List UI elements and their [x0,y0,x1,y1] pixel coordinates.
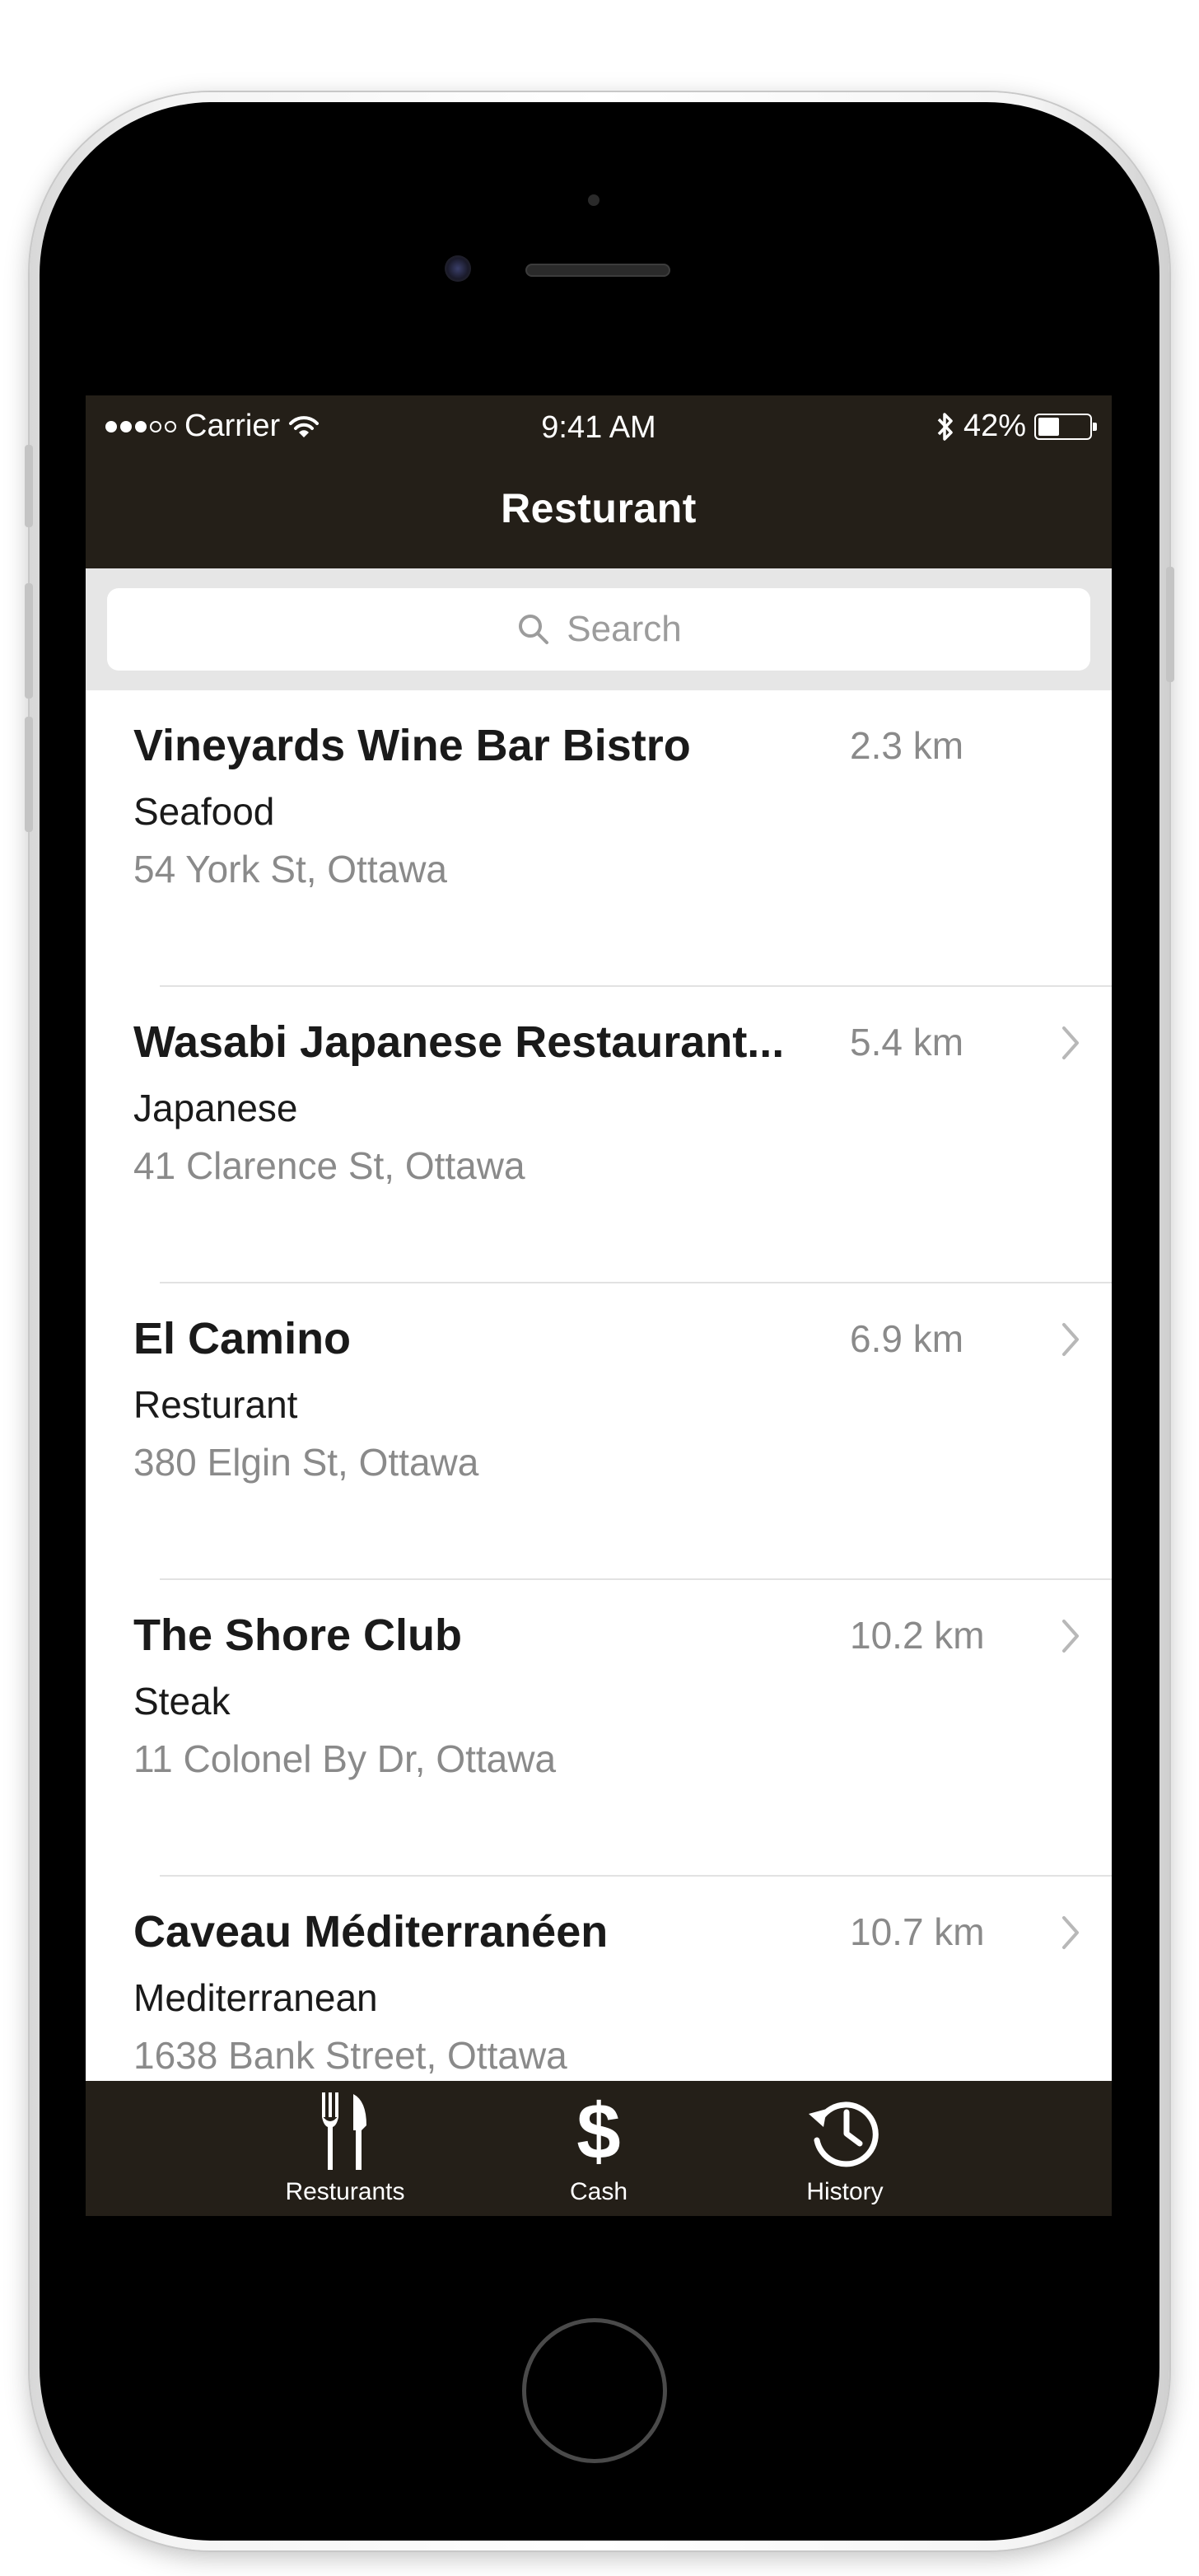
volume-up-button [25,583,33,699]
tab-cash[interactable]: $ Cash [492,2081,706,2216]
power-button [1166,567,1174,682]
restaurant-distance: 5.4 km [850,1021,964,1064]
battery-icon [1034,413,1097,440]
restaurant-category: Japanese [133,1087,298,1129]
app-screen: Carrier 9:41 AM 42% Resturant Search Vin… [86,395,1112,2216]
bluetooth-icon [937,412,953,441]
search-icon [519,615,549,644]
restaurant-list: Vineyards Wine Bar Bistro Seafood 54 York … [86,690,1112,2173]
chevron-right-icon [1062,1916,1079,1949]
restaurant-distance: 10.2 km [850,1614,985,1657]
restaurant-name: Vineyards Wine Bar Bistro [133,721,691,770]
mute-switch [25,445,33,527]
home-button[interactable] [522,2318,667,2463]
proximity-sensor [588,194,600,206]
battery-percent: 42% [963,409,1026,443]
restaurant-category: Mediterranean [133,1976,378,2019]
restaurant-name: El Camino [133,1314,352,1363]
page: Carrier 9:41 AM 42% Resturant Search Vin… [0,0,1199,2576]
restaurant-category: Steak [133,1680,231,1723]
tab-history-label: History [806,2178,884,2205]
chevron-right-icon [1062,1620,1079,1653]
restaurant-distance: 10.7 km [850,1910,985,1953]
status-bar: Carrier 9:41 AM 42% [86,395,1112,458]
restaurant-distance: 2.3 km [850,724,964,767]
restaurant-category: Seafood [133,790,275,833]
restaurant-name: The Shore Club [133,1611,463,1660]
search-input[interactable]: Search [107,588,1090,671]
battery-fill [1038,417,1059,436]
restaurant-address: 380 Elgin St, Ottawa [133,1441,479,1484]
tab-cash-label: Cash [569,2178,628,2205]
tab-bar: Resturants $ Cash History [86,2081,1112,2216]
table-row[interactable]: Vineyards Wine Bar Bistro Seafood 54 York … [86,690,1112,987]
restaurant-address: 11 Colonel By Dr, Ottawa [133,1737,557,1780]
search-placeholder: Search [567,609,682,649]
restaurant-category: Resturant [133,1383,298,1426]
battery-tip [1093,422,1097,431]
history-clock-icon [738,2089,952,2175]
restaurant-name: Wasabi Japanese Restaurant... [133,1017,785,1067]
table-row[interactable]: El Camino Resturant 380 Elgin St, Ottawa 6.… [86,1283,1112,1580]
volume-down-button [25,717,33,832]
restaurant-distance: 6.9 km [850,1317,964,1360]
restaurant-name: Caveau Méditerranéen [133,1907,609,1957]
front-camera [445,255,471,282]
earpiece-speaker [525,264,670,277]
navigation-header: Carrier 9:41 AM 42% Resturant [86,395,1112,568]
table-row[interactable]: Wasabi Japanese Restaurant... Japanese 41 … [86,987,1112,1283]
chevron-right-icon [1062,1026,1079,1059]
dollar-icon: $ [492,2089,706,2175]
fork-knife-icon [238,2089,452,2175]
status-right: 42% [935,409,1097,444]
tab-restaurants[interactable]: Resturants [238,2081,452,2216]
tab-history[interactable]: History [738,2081,952,2216]
restaurant-address: 54 York St, Ottawa [133,848,448,891]
restaurant-address: 41 Clarence St, Ottawa [133,1144,525,1187]
table-row[interactable]: The Shore Club Steak 11 Colonel By Dr, Ott… [86,1580,1112,1877]
tab-restaurants-label: Resturants [285,2178,405,2205]
page-title: Resturant [501,485,697,531]
restaurant-address: 1638 Bank Street, Ottawa [133,2034,567,2077]
dollar-glyph: $ [576,2087,621,2176]
chevron-right-icon [1062,1323,1079,1356]
search-bar: Search [86,568,1112,690]
